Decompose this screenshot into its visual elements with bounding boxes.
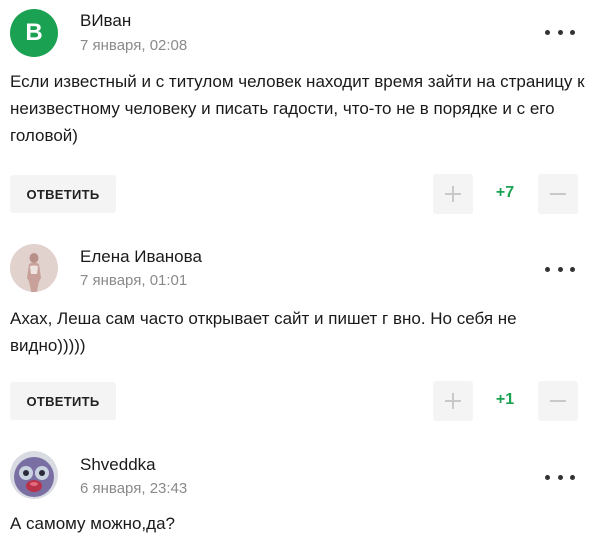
comment-author[interactable]: Елена Иванова bbox=[80, 247, 202, 267]
upvote-button[interactable] bbox=[433, 174, 473, 214]
avatar-photo bbox=[10, 244, 58, 292]
comment-date: 6 января, 23:43 bbox=[80, 480, 188, 497]
more-icon[interactable] bbox=[545, 25, 575, 39]
avatar[interactable]: В bbox=[10, 9, 58, 57]
more-icon[interactable] bbox=[545, 262, 575, 276]
reply-button[interactable]: ОТВЕТИТЬ bbox=[10, 175, 116, 213]
upvote-button[interactable] bbox=[433, 381, 473, 421]
minus-icon bbox=[550, 393, 566, 409]
comment-date: 7 января, 02:08 bbox=[80, 37, 188, 54]
comment-author[interactable]: ВИван bbox=[80, 11, 131, 31]
plus-icon bbox=[445, 186, 461, 202]
avatar-photo bbox=[10, 451, 58, 499]
vote-score: +7 bbox=[495, 184, 515, 201]
comment-text: А самому можно,да? bbox=[10, 514, 175, 533]
plus-icon bbox=[445, 393, 461, 409]
reply-button[interactable]: ОТВЕТИТЬ bbox=[10, 382, 116, 420]
downvote-button[interactable] bbox=[538, 381, 578, 421]
minus-icon bbox=[550, 186, 566, 202]
comment-date: 7 января, 01:01 bbox=[80, 272, 188, 289]
comment-author[interactable]: Shveddka bbox=[80, 455, 156, 475]
avatar[interactable] bbox=[10, 244, 58, 292]
avatar[interactable] bbox=[10, 451, 58, 499]
comment-text: Ахах, Леша сам часто открывает сайт и пи… bbox=[10, 309, 517, 355]
more-icon[interactable] bbox=[545, 470, 575, 484]
vote-score: +1 bbox=[495, 391, 515, 408]
downvote-button[interactable] bbox=[538, 174, 578, 214]
avatar-letter: В bbox=[25, 19, 43, 46]
comment-text: Если известный и с титулом человек наход… bbox=[10, 72, 585, 145]
